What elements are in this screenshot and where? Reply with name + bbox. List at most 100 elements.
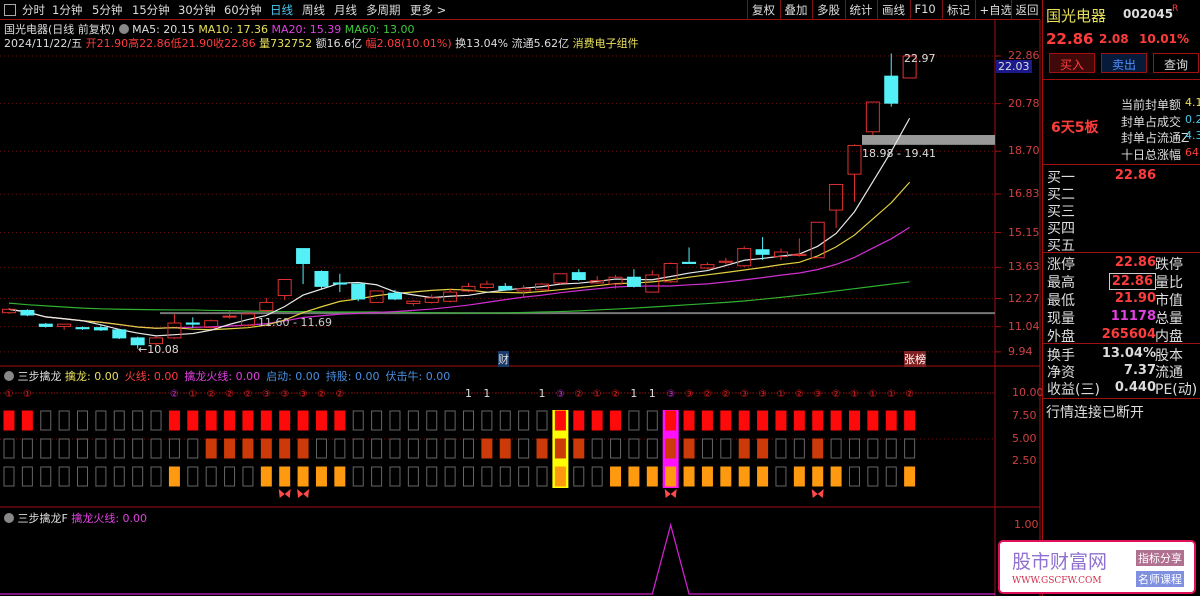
period-tab[interactable]: 多周期	[366, 2, 401, 18]
signal-box-row3	[848, 466, 860, 487]
candle-body	[387, 292, 402, 300]
quote-row-label: 最低	[1047, 293, 1075, 309]
signal-box-row3	[812, 466, 824, 487]
open: 开21.90	[85, 37, 129, 50]
toolbar-action-button[interactable]: 多股	[812, 0, 844, 20]
candle-body	[700, 264, 715, 269]
candle	[277, 279, 292, 301]
indicator-axis-tick: 7.50	[1012, 409, 1037, 422]
signal-box-row2	[481, 438, 493, 459]
signal-box-row2	[297, 438, 309, 459]
signal-box-row2	[757, 438, 769, 459]
sector[interactable]: 消费电子组件	[573, 37, 639, 50]
buy-button[interactable]: 买入	[1049, 53, 1095, 73]
signal-marker: ②	[170, 389, 179, 400]
period-tab[interactable]: 周线	[302, 2, 325, 18]
quote-row-value: 22.86	[1108, 273, 1156, 290]
toolbar-action-button[interactable]: 统计	[844, 0, 877, 20]
annotation-high: 22.97	[904, 52, 936, 65]
signal-marker: 1	[539, 387, 546, 400]
signal-box-row3	[205, 466, 217, 487]
last-price-marker: 22.03	[996, 60, 1032, 73]
signal-box-row3	[77, 466, 89, 487]
candle	[590, 276, 605, 285]
signal-box-row1	[315, 410, 327, 431]
quote-name: 国光电器	[1046, 7, 1107, 25]
candle-body	[38, 323, 53, 327]
candle	[112, 328, 127, 340]
signal-box-row2	[132, 438, 144, 459]
quote-change: 2.08	[1099, 32, 1129, 46]
price-axis-tick: 18.70	[1008, 144, 1040, 158]
price-axis-tick: 9.94	[1008, 344, 1033, 358]
signal-box-row2	[279, 438, 291, 459]
period-tab[interactable]: 1分钟	[52, 2, 82, 18]
toolbar-action-button[interactable]: F10	[909, 0, 940, 20]
signal-box-row3	[867, 466, 879, 487]
candle-body	[112, 329, 127, 339]
signal-box-row2	[334, 438, 346, 459]
candle	[387, 289, 402, 301]
signal-box-row1	[775, 410, 787, 431]
candle	[847, 144, 862, 202]
signal-box-row1	[426, 410, 438, 431]
quote-row-value: 265604	[1101, 327, 1156, 342]
signal-marker: ②	[832, 389, 841, 400]
signal-marker: ②	[243, 389, 252, 400]
period-tab[interactable]: 日线	[270, 2, 293, 18]
candle	[406, 300, 421, 306]
toolbar-action-button[interactable]: 画线	[877, 0, 909, 20]
indicator-value: 擒龙: 0.00	[65, 370, 119, 383]
board-streak: 6天5板	[1051, 120, 1099, 136]
dropdown-icon[interactable]	[118, 24, 129, 34]
change: 幅2.08(10.01%)	[365, 37, 452, 50]
period-tab[interactable]: 5分钟	[92, 2, 122, 18]
signal-box-row3	[21, 466, 33, 487]
candle	[571, 269, 586, 281]
candle	[516, 285, 531, 297]
signal-box-row3	[426, 466, 438, 487]
signal-box-row3	[518, 466, 530, 487]
signal-marker: ③	[740, 389, 749, 400]
signal-box-row3	[775, 466, 787, 487]
sell-button[interactable]: 卖出	[1101, 53, 1147, 73]
close: 收22.86	[213, 37, 256, 50]
signal-box-row2	[628, 438, 640, 459]
signal-box-row1	[297, 410, 309, 431]
signal-box-row2	[444, 438, 456, 459]
candle-body	[718, 260, 733, 263]
signal-box-row3	[315, 466, 327, 487]
signal-box-row2	[812, 438, 824, 459]
butterfly-icon	[297, 489, 310, 498]
indicator-value: 持股: 0.00	[325, 370, 380, 383]
signal-box-row2	[205, 438, 217, 459]
toolbar-action-button[interactable]: 标记	[942, 0, 974, 20]
toolbar-action-button[interactable]: 叠加	[779, 0, 812, 20]
candle	[700, 262, 715, 270]
period-tab[interactable]: 30分钟	[178, 2, 216, 18]
period-tab[interactable]: 分时	[22, 2, 45, 18]
signal-marker: ①	[23, 389, 32, 400]
signal-box-row1	[591, 410, 603, 431]
period-tab[interactable]: 更多 >	[410, 2, 446, 18]
annotation-text: 11.60 - 11.69	[258, 316, 332, 329]
sidebar-toggle-icon[interactable]	[4, 4, 16, 16]
indicator2-axis-tick: 1.00	[1014, 518, 1039, 531]
dropdown-icon[interactable]	[4, 371, 14, 381]
annotation-text: 财	[498, 353, 509, 366]
fire-line	[0, 522, 995, 595]
query-button[interactable]: 查询	[1153, 53, 1199, 73]
toolbar-action-button[interactable]: 复权	[747, 0, 779, 20]
signal-marker: ②	[574, 389, 583, 400]
signal-box-row3	[499, 466, 511, 487]
signal-box-row1	[389, 410, 401, 431]
period-tab[interactable]: 60分钟	[224, 2, 262, 18]
toolbar-action-button[interactable]: 返回	[1010, 0, 1043, 20]
candle-body	[571, 272, 586, 281]
dropdown-icon[interactable]	[4, 513, 14, 523]
signal-box-row1	[885, 410, 897, 431]
candle-body	[737, 248, 752, 267]
candle	[461, 282, 476, 293]
period-tab[interactable]: 月线	[334, 2, 357, 18]
period-tab[interactable]: 15分钟	[132, 2, 170, 18]
